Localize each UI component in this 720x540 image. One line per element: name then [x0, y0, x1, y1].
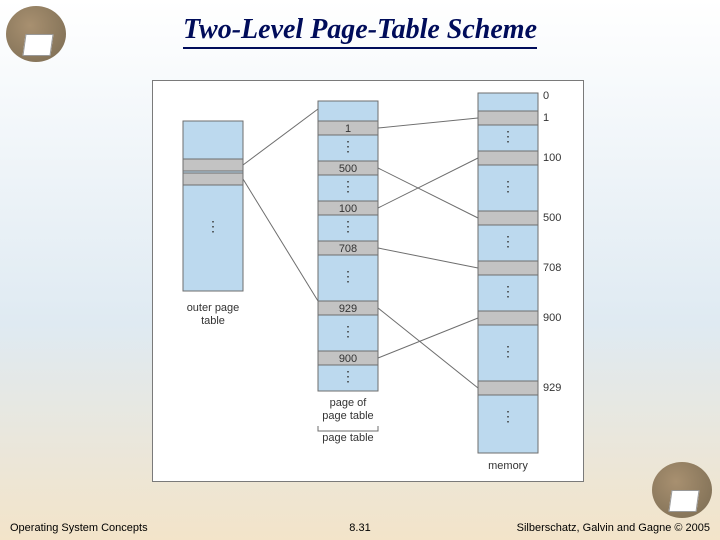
mem-row-3: [478, 211, 538, 225]
mem-val-6: 929: [543, 382, 561, 394]
inner-dots-2: ⋮: [341, 218, 355, 234]
mascot-bottom-right: [652, 462, 712, 518]
mem-val-4: 708: [543, 262, 561, 274]
inner-dots-4: ⋮: [341, 323, 355, 339]
mem-row-2: [478, 151, 538, 165]
mem-val-3: 500: [543, 212, 561, 224]
outer-row-0: [183, 159, 243, 171]
ptr-outer-1: [243, 179, 318, 301]
ptr-i1: [378, 168, 478, 218]
mem-val-1: 1: [543, 112, 549, 124]
mem-row-6: [478, 381, 538, 395]
mem-dots-4: ⋮: [501, 343, 515, 359]
inner-val-3: 708: [339, 243, 357, 255]
slide-title-text: Two-Level Page-Table Scheme: [183, 14, 537, 49]
inner-dots-0: ⋮: [341, 138, 355, 154]
mem-row-1: [478, 111, 538, 125]
outer-row-1: [183, 173, 243, 185]
mem-dots-2: ⋮: [501, 233, 515, 249]
diagram-svg: ⋮ outer page table 1 500 100 708 929 900…: [153, 81, 583, 481]
ptr-i3: [378, 248, 478, 268]
inner-val-1: 500: [339, 163, 357, 175]
ptr-outer-0: [243, 109, 318, 165]
ptr-i2: [378, 158, 478, 208]
inner-dots-1: ⋮: [341, 178, 355, 194]
mem-dots-1: ⋮: [501, 178, 515, 194]
inner-val-2: 100: [339, 203, 357, 215]
mem-dots-3: ⋮: [501, 283, 515, 299]
outer-label-2: table: [201, 315, 225, 327]
mem-row-5: [478, 311, 538, 325]
diagram-figure: ⋮ outer page table 1 500 100 708 929 900…: [152, 80, 584, 482]
slide-title: Two-Level Page-Table Scheme: [0, 14, 720, 46]
footer-right: Silberschatz, Galvin and Gagne © 2005: [517, 522, 710, 534]
memory-label: memory: [488, 460, 528, 472]
mem-val-5: 900: [543, 312, 561, 324]
inner-val-5: 900: [339, 353, 357, 365]
mem-dots-5: ⋮: [501, 408, 515, 424]
inner-bracket: [318, 426, 378, 431]
ptr-i0: [378, 118, 478, 128]
outer-table: [183, 121, 243, 291]
ptr-i4: [378, 308, 478, 388]
pagetable-label: page table: [322, 432, 373, 444]
inner-label-2: page table: [322, 410, 373, 422]
inner-dots-5: ⋮: [341, 368, 355, 384]
outer-dots: ⋮: [206, 218, 220, 234]
mem-row-4: [478, 261, 538, 275]
inner-val-0: 1: [345, 123, 351, 135]
mem-dots-0: ⋮: [501, 128, 515, 144]
inner-val-4: 929: [339, 303, 357, 315]
mem-val-2: 100: [543, 152, 561, 164]
outer-label-1: outer page: [187, 302, 240, 314]
inner-dots-3: ⋮: [341, 268, 355, 284]
mem-val-0: 0: [543, 90, 549, 102]
ptr-i5: [378, 318, 478, 358]
slide: Two-Level Page-Table Scheme ⋮ outer page…: [0, 0, 720, 540]
inner-label-1: page of: [330, 397, 368, 409]
